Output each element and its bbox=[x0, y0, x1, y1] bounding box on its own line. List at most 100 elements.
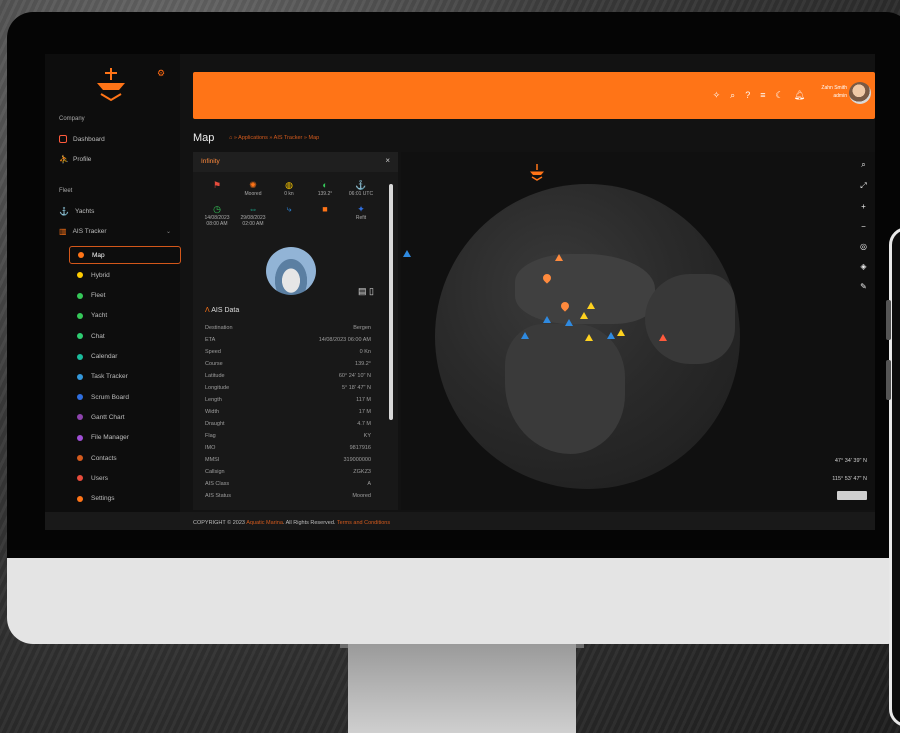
vessel-marker[interactable] bbox=[521, 332, 529, 339]
breadcrumb-item[interactable]: Applications bbox=[238, 135, 268, 141]
vessel-panel: Infinity × ⚑ ✺ Moored ◍ 0 kn ◐ 139.2° ⚓ 06:01 UT… bbox=[193, 152, 398, 510]
sidebar-item-task-tracker[interactable]: Task Tracker bbox=[69, 368, 181, 386]
scrollbar[interactable] bbox=[389, 184, 393, 420]
bullet-icon bbox=[77, 495, 83, 502]
monitor-stand bbox=[348, 644, 576, 733]
ais-value: 14/08/2023 06:00 AM bbox=[318, 337, 371, 343]
map-view[interactable]: ⌕ ⤢ + − ◎ ◈ ✎ 47° 34' 39" N 115° 53' 47"… bbox=[401, 152, 875, 510]
equalizer-icon: ▥ bbox=[59, 226, 67, 236]
ais-value: Moored bbox=[352, 493, 371, 499]
sidebar-item-users[interactable]: Users bbox=[69, 469, 181, 487]
sidebar-item-label: Yacht bbox=[91, 312, 108, 320]
breadcrumb-item[interactable]: AIS Tracker bbox=[274, 135, 303, 141]
ais-data-table: Destination Bergen ETA 14/08/2023 06:00 AM S… bbox=[205, 325, 371, 505]
sidebar-item-label: Users bbox=[91, 474, 108, 482]
vessel-marker[interactable] bbox=[543, 316, 551, 323]
sidebar-item-settings[interactable]: Settings bbox=[69, 490, 181, 508]
vessel-stat-value: 0 kn bbox=[284, 191, 294, 197]
table-row: AIS Status Moored bbox=[205, 493, 371, 505]
vessel-marker[interactable] bbox=[659, 334, 667, 341]
bullet-icon bbox=[78, 252, 84, 258]
vessel-panel-header: Infinity × bbox=[193, 152, 398, 172]
sidebar-item-fleet[interactable]: Fleet bbox=[69, 287, 181, 305]
vessel-marker[interactable] bbox=[607, 332, 615, 339]
close-icon[interactable]: × bbox=[385, 156, 390, 165]
sidebar-item-contacts[interactable]: Contacts bbox=[69, 449, 181, 467]
dark-mode-icon[interactable]: ☾ bbox=[775, 90, 783, 101]
ais-value: 4.7 M bbox=[357, 421, 371, 427]
vessel-marker[interactable] bbox=[580, 312, 588, 319]
sidebar-item-gantt-chart[interactable]: Gantt Chart bbox=[69, 408, 181, 426]
sidebar-item-chat[interactable]: Chat bbox=[69, 327, 181, 345]
vessel-stat: ⤷ bbox=[271, 204, 307, 226]
sidebar-item-yacht[interactable]: Yacht bbox=[69, 307, 181, 325]
vessel-marker[interactable] bbox=[617, 329, 625, 336]
table-row: ETA 14/08/2023 06:00 AM bbox=[205, 337, 371, 349]
draw-icon[interactable]: ✎ bbox=[860, 282, 867, 291]
sidebar-item-scrum-board[interactable]: Scrum Board bbox=[69, 388, 181, 406]
search-icon[interactable]: ⌕ bbox=[730, 90, 735, 101]
clock-icon: ◷ bbox=[213, 204, 221, 214]
sidebar-item-dashboard[interactable]: Dashboard bbox=[59, 132, 105, 146]
ais-key: Draught bbox=[205, 421, 225, 427]
phone-button bbox=[886, 300, 891, 340]
bullet-icon bbox=[77, 373, 83, 380]
wheel-icon: ✺ bbox=[249, 180, 257, 190]
ais-value: 319000000 bbox=[343, 457, 371, 463]
vessel-marker[interactable] bbox=[565, 319, 573, 326]
ais-key: AIS Class bbox=[205, 481, 230, 487]
vessel-stat-value: Refit bbox=[355, 215, 367, 221]
locate-icon[interactable]: ◎ bbox=[860, 242, 867, 251]
vessel-marker[interactable] bbox=[585, 334, 593, 341]
sidebar-item-file-manager[interactable]: File Manager bbox=[69, 429, 181, 447]
logo-icon bbox=[530, 164, 544, 181]
globe[interactable] bbox=[435, 184, 740, 489]
panel-actions: ▤ ▯ bbox=[358, 286, 374, 297]
monitor: ⚙ Company Dashboard ⛹ Profile Fleet ⚓ Ya… bbox=[7, 12, 900, 644]
map-toolbar: ⌕ ⤢ + − ◎ ◈ ✎ bbox=[860, 160, 867, 291]
home-icon[interactable]: ⌂ bbox=[229, 135, 232, 141]
fullscreen-icon[interactable]: ⤢ bbox=[860, 181, 867, 191]
ais-key: IMO bbox=[205, 445, 216, 451]
vessel-marker[interactable] bbox=[555, 254, 563, 261]
breadcrumb-item: Map bbox=[308, 135, 320, 141]
vessel-marker[interactable] bbox=[403, 250, 411, 257]
help-icon[interactable]: ? bbox=[745, 90, 750, 101]
sidebar: ⚙ Company Dashboard ⛹ Profile Fleet ⚓ Ya… bbox=[45, 54, 181, 530]
search-icon[interactable]: ⌕ bbox=[860, 160, 867, 170]
vessel-stat-value: 06:01 UTC bbox=[348, 191, 374, 197]
table-row: Latitude 60° 24' 10" N bbox=[205, 373, 371, 385]
terms-link[interactable]: Terms and Conditions bbox=[337, 520, 390, 526]
avatar[interactable] bbox=[849, 82, 871, 104]
top-header: ✧ ⌕ ? ≡ ☾ 🔔︎ Zahn Smith admin bbox=[193, 72, 875, 119]
settings-gear-icon[interactable]: ⚙ bbox=[157, 68, 167, 78]
ais-value: 117 M bbox=[356, 397, 371, 403]
footer-bar bbox=[45, 512, 875, 530]
user-icon: ⛹ bbox=[59, 155, 69, 164]
trash-icon[interactable]: ▯ bbox=[369, 286, 374, 296]
sparkle-icon[interactable]: ✧ bbox=[713, 90, 721, 101]
page-title: Map bbox=[193, 132, 215, 144]
ais-data-title[interactable]: Λ AIS Data bbox=[205, 307, 239, 314]
sidebar-item-hybrid[interactable]: Hybrid bbox=[69, 266, 181, 284]
layers-icon[interactable]: ◈ bbox=[860, 262, 867, 271]
sidebar-item-profile[interactable]: ⛹ Profile bbox=[59, 152, 91, 166]
coordinate-toggle-button[interactable] bbox=[837, 491, 867, 500]
sidebar-item-ais-tracker[interactable]: ▥ AIS Tracker ⌄ bbox=[59, 224, 171, 238]
brand-link[interactable]: Aquatic Marina bbox=[246, 520, 283, 526]
sidebar-item-calendar[interactable]: Calendar bbox=[69, 348, 181, 366]
ais-value: 9817916 bbox=[349, 445, 371, 451]
sidebar-item-yachts[interactable]: ⚓ Yachts bbox=[59, 204, 94, 218]
anchor-icon: ⚓ bbox=[355, 180, 367, 190]
vessel-stats: ⚑ ✺ Moored ◍ 0 kn ◐ 139.2° ⚓ 06:01 UTC ◷ 14/08/202… bbox=[193, 172, 398, 227]
bullet-icon bbox=[77, 333, 83, 340]
section-fleet: Fleet bbox=[59, 188, 73, 194]
bell-icon[interactable]: 🔔︎ bbox=[794, 90, 805, 101]
calendar-icon[interactable]: ▤ bbox=[358, 286, 367, 296]
vessel-marker[interactable] bbox=[587, 302, 595, 309]
sidebar-item-map[interactable]: Map bbox=[69, 246, 181, 264]
menu-icon[interactable]: ≡ bbox=[760, 90, 765, 101]
zoom-out-icon[interactable]: − bbox=[860, 222, 867, 231]
zoom-in-icon[interactable]: + bbox=[860, 202, 867, 211]
user-info[interactable]: Zahn Smith admin bbox=[821, 84, 847, 100]
